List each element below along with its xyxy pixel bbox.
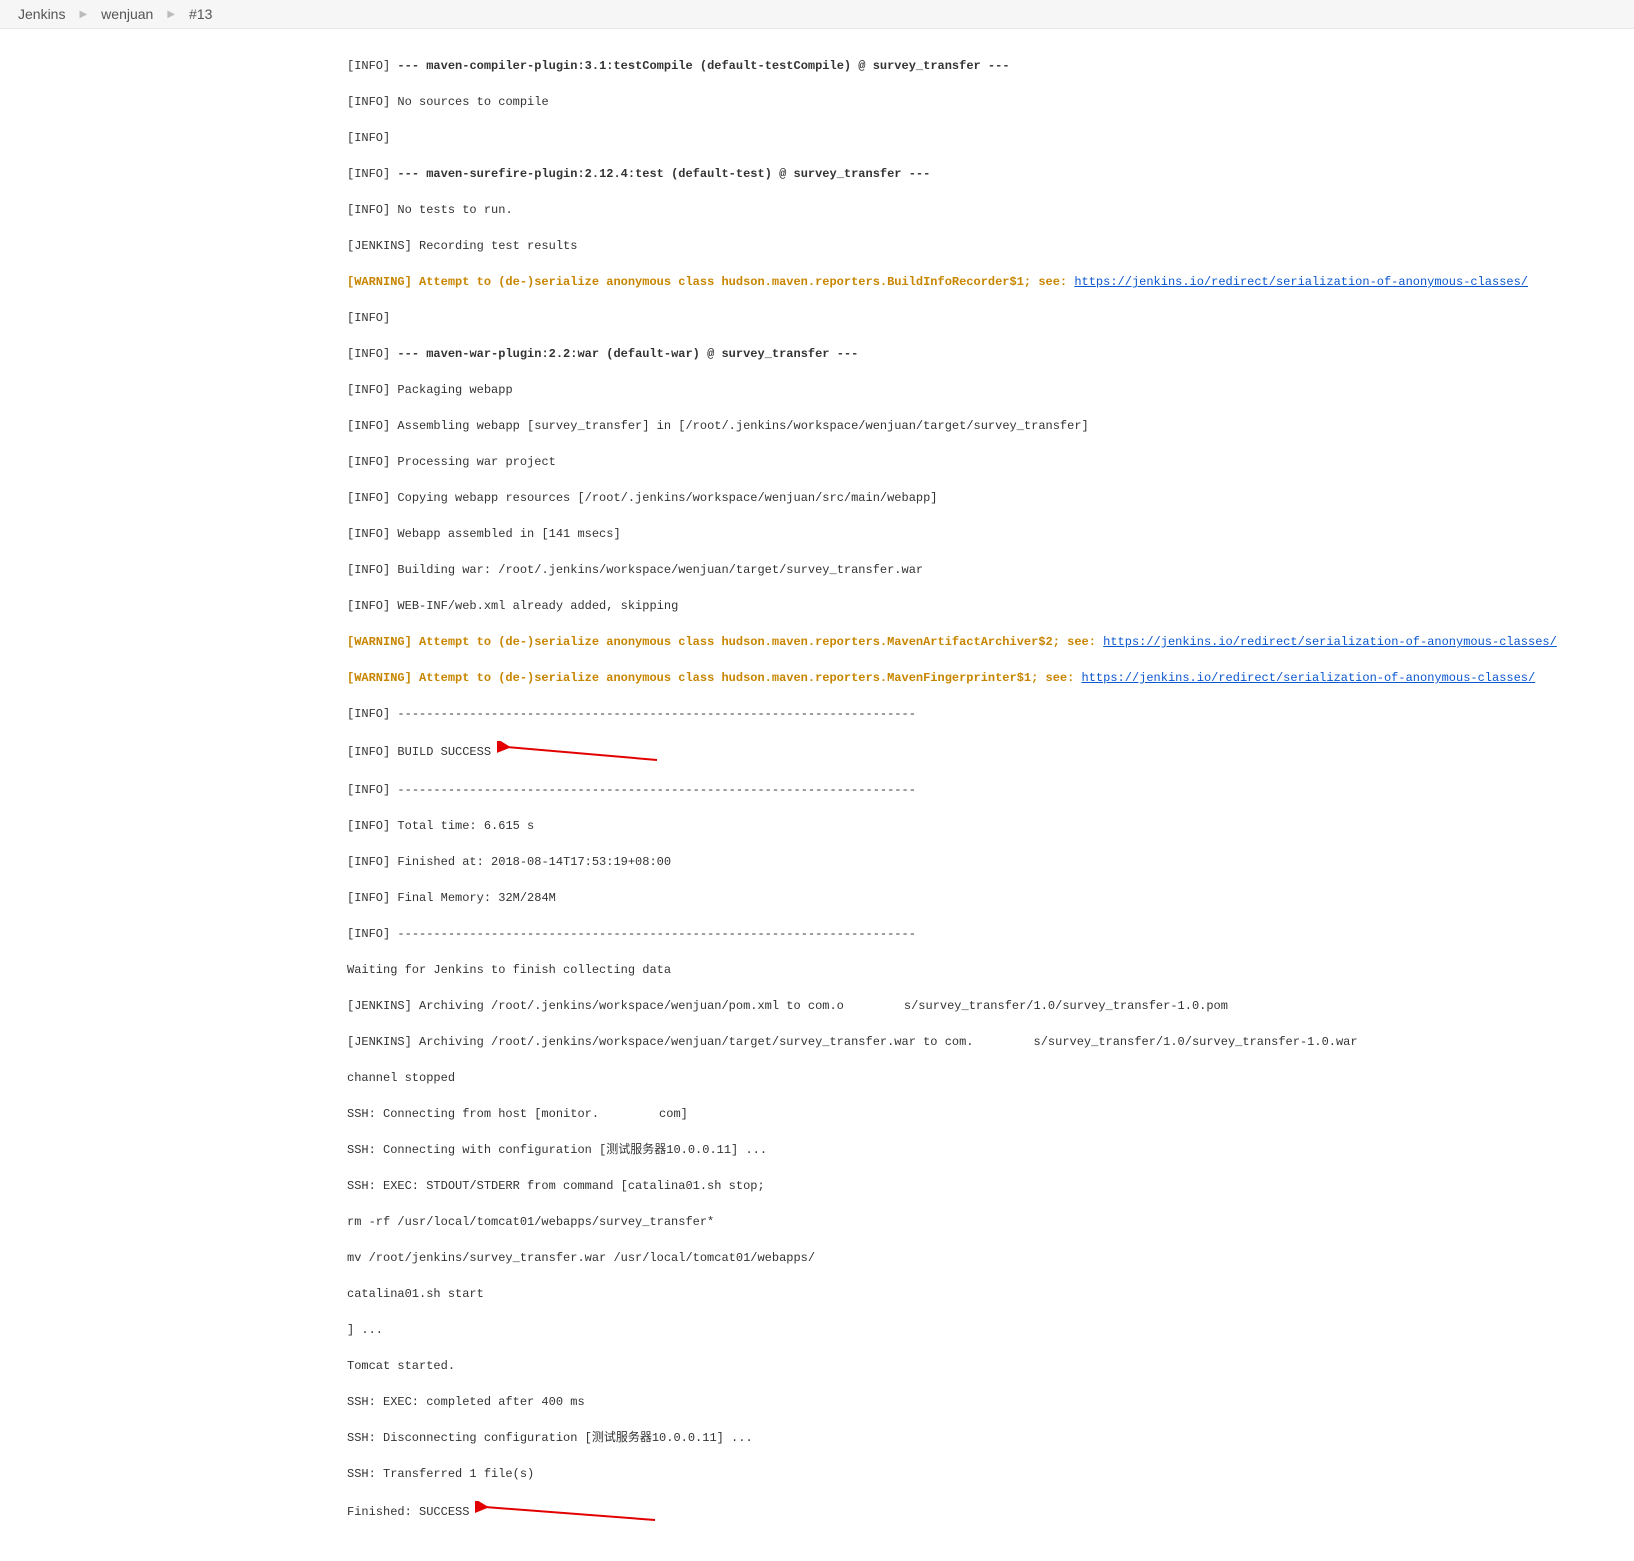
log-line: [INFO] ---------------------------------… <box>347 705 1634 723</box>
log-line-warning: [WARNING] Attempt to (de-)serialize anon… <box>347 273 1634 291</box>
log-line: [INFO] <box>347 309 1634 327</box>
log-line: [INFO] --- maven-surefire-plugin:2.12.4:… <box>347 165 1634 183</box>
log-line: [INFO] WEB-INF/web.xml already added, sk… <box>347 597 1634 615</box>
redacted-text <box>844 999 904 1011</box>
log-line: channel stopped <box>347 1069 1634 1087</box>
log-line: Waiting for Jenkins to finish collecting… <box>347 961 1634 979</box>
redacted-text <box>599 1107 659 1119</box>
log-line: [JENKINS] Archiving /root/.jenkins/works… <box>347 997 1634 1015</box>
log-line: rm -rf /usr/local/tomcat01/webapps/surve… <box>347 1213 1634 1231</box>
log-line: [JENKINS] Recording test results <box>347 237 1634 255</box>
log-line: ] ... <box>347 1321 1634 1339</box>
warning-link[interactable]: https://jenkins.io/redirect/serializatio… <box>1082 671 1536 685</box>
log-line: [INFO] Webapp assembled in [141 msecs] <box>347 525 1634 543</box>
log-line-warning: [WARNING] Attempt to (de-)serialize anon… <box>347 669 1634 687</box>
log-line: SSH: Connecting with configuration [测试服务… <box>347 1141 1634 1159</box>
console-output: [INFO] --- maven-compiler-plugin:3.1:tes… <box>0 29 1634 1561</box>
breadcrumb-project[interactable]: wenjuan <box>101 6 153 22</box>
log-line: catalina01.sh start <box>347 1285 1634 1303</box>
warning-link[interactable]: https://jenkins.io/redirect/serializatio… <box>1103 635 1557 649</box>
log-line: SSH: Disconnecting configuration [测试服务器1… <box>347 1429 1634 1447</box>
log-line: SSH: EXEC: completed after 400 ms <box>347 1393 1634 1411</box>
log-line: [INFO] Assembling webapp [survey_transfe… <box>347 417 1634 435</box>
log-line: [INFO] --- maven-war-plugin:2.2:war (def… <box>347 345 1634 363</box>
log-line: [INFO] Packaging webapp <box>347 381 1634 399</box>
log-line: [INFO] ---------------------------------… <box>347 781 1634 799</box>
log-line: [INFO] Processing war project <box>347 453 1634 471</box>
log-line: [INFO] Total time: 6.615 s <box>347 817 1634 835</box>
log-line-warning: [WARNING] Attempt to (de-)serialize anon… <box>347 633 1634 651</box>
log-line: Tomcat started. <box>347 1357 1634 1375</box>
log-line: [INFO] No tests to run. <box>347 201 1634 219</box>
log-line: [INFO] No sources to compile <box>347 93 1634 111</box>
log-line: [INFO] Finished at: 2018-08-14T17:53:19+… <box>347 853 1634 871</box>
log-line: [INFO] Final Memory: 32M/284M <box>347 889 1634 907</box>
annotation-arrow-icon <box>475 1501 665 1523</box>
annotation-arrow-icon <box>497 741 667 763</box>
chevron-right-icon: ▶ <box>79 9 87 20</box>
log-line: [JENKINS] Archiving /root/.jenkins/works… <box>347 1033 1634 1051</box>
log-line: [INFO] Building war: /root/.jenkins/work… <box>347 561 1634 579</box>
log-line: SSH: Connecting from host [monitor.com] <box>347 1105 1634 1123</box>
log-line: [INFO] <box>347 129 1634 147</box>
warning-link[interactable]: https://jenkins.io/redirect/serializatio… <box>1074 275 1528 289</box>
breadcrumb-jenkins[interactable]: Jenkins <box>18 6 65 22</box>
redacted-text <box>974 1035 1034 1047</box>
log-line: [INFO] --- maven-compiler-plugin:3.1:tes… <box>347 57 1634 75</box>
chevron-right-icon: ▶ <box>167 9 175 20</box>
log-line: SSH: EXEC: STDOUT/STDERR from command [c… <box>347 1177 1634 1195</box>
log-line: [INFO] ---------------------------------… <box>347 925 1634 943</box>
log-line: mv /root/jenkins/survey_transfer.war /us… <box>347 1249 1634 1267</box>
log-line-build-success: [INFO] BUILD SUCCESS <box>347 741 1634 763</box>
log-line: [INFO] Copying webapp resources [/root/.… <box>347 489 1634 507</box>
log-line: SSH: Transferred 1 file(s) <box>347 1465 1634 1483</box>
breadcrumb-build[interactable]: #13 <box>189 6 212 22</box>
breadcrumb: Jenkins ▶ wenjuan ▶ #13 <box>0 0 1634 29</box>
log-line-finished-success: Finished: SUCCESS <box>347 1501 1634 1523</box>
